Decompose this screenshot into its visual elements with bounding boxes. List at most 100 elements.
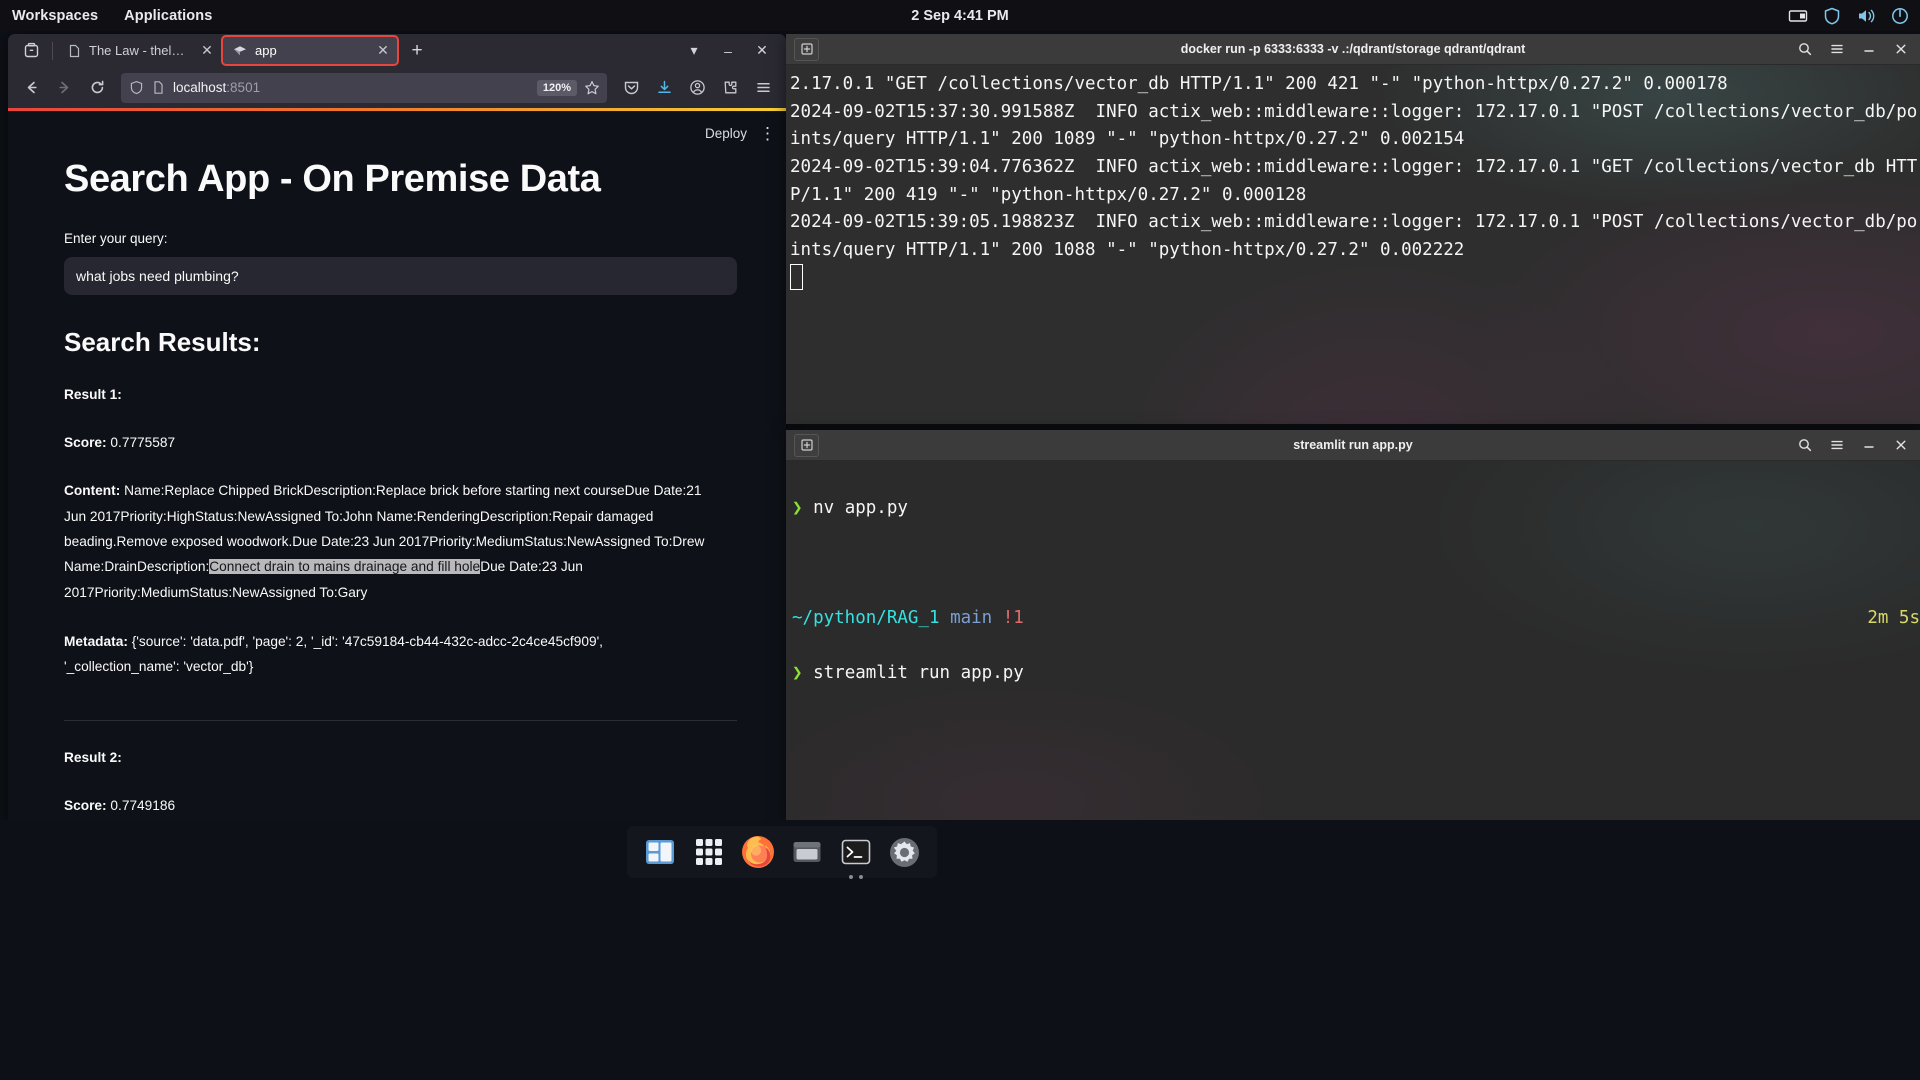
firefox-icon [741,836,774,868]
git-status: !1 [1002,608,1024,629]
streamlit-terminal-window: streamlit run app.py ❯ nv app.py ~/pytho… [786,430,1920,820]
shield-icon [129,80,144,95]
applications-menu[interactable]: Applications [124,8,212,24]
streamlit-toolbar: Deploy ⋮ [705,125,776,142]
pocket-icon[interactable] [616,73,646,103]
terminal-title: docker run -p 6333:6333 -v .:/qdrant/sto… [1180,42,1526,56]
result-index: Result 1: [64,387,122,402]
window-close-button[interactable]: ✕ [754,42,770,59]
running-indicator [848,875,863,879]
browser-tab-app[interactable]: app ✕ [221,35,399,66]
close-icon[interactable]: ✕ [375,42,391,59]
firefox-window: The Law - thelaw.pdf ✕ app ✕ + ▾ – ✕ [8,34,786,820]
dock-item-app-grid[interactable] [690,833,728,871]
window-minimize-button[interactable]: – [720,43,736,59]
terminal-prompt-line: ❯ nv app.py [792,495,1920,523]
search-icon[interactable] [1797,42,1812,57]
url-text: localhost:8501 [173,80,261,95]
terminal-path-line: ~/python/RAG_1 main !1 2m 5s [792,605,1920,633]
streamlit-icon [233,44,247,58]
query-input-label: Enter your query: [64,231,168,246]
list-all-tabs-button[interactable]: ▾ [686,42,702,59]
zoom-level-badge[interactable]: 120% [536,79,577,96]
page-title: Search App - On Premise Data [64,158,601,200]
menu-icon[interactable] [1829,438,1844,453]
browser-tab-label: app [255,43,277,58]
close-icon[interactable] [1893,438,1908,453]
account-icon[interactable] [682,73,712,103]
terminal-icon [841,839,870,865]
close-icon[interactable]: ✕ [199,42,215,59]
docker-terminal-window: docker run -p 6333:6333 -v .:/qdrant/sto… [786,34,1920,424]
result-score: Score: 0.7749186 [64,797,176,813]
taskbar-dock [627,826,937,879]
dock-item-window-tiling[interactable] [641,833,679,871]
dock-item-firefox[interactable] [739,833,777,871]
bookmark-star-icon[interactable] [584,80,599,95]
result-score: Score: 0.7775587 [64,435,176,451]
minimize-icon[interactable] [1861,438,1876,453]
monitor-icon[interactable] [1788,6,1808,26]
terminal-cursor [790,264,803,291]
menu-icon[interactable] [1829,42,1844,57]
terminal-cwd: ~/python/RAG_1 [792,608,940,629]
back-button[interactable] [16,73,46,103]
system-clock: 2 Sep 4:41 PM [911,7,1009,24]
log-line: 2024-09-02T15:37:30.991588Z INFO actix_w… [790,101,1918,150]
search-input[interactable]: what jobs need plumbing? [64,257,737,295]
hamburger-menu-icon[interactable] [748,73,778,103]
new-tab-button[interactable]: + [403,37,431,65]
log-line: 2.17.0.1 "GET /collections/vector_db HTT… [790,74,1728,94]
dock-item-terminal[interactable] [837,833,875,879]
dock-item-settings[interactable] [886,833,924,871]
streamlit-menu-icon[interactable]: ⋮ [759,125,776,142]
minimize-icon[interactable] [1861,42,1876,57]
terminal-title-bar: streamlit run app.py [786,430,1920,461]
browser-tab-bar: The Law - thelaw.pdf ✕ app ✕ + ▾ – ✕ [8,34,786,67]
extensions-icon[interactable] [715,73,745,103]
app-grid-icon [695,839,722,865]
result-content: Content: Name:Replace Chipped BrickDescr… [64,483,705,600]
git-branch: main [950,608,993,629]
result-index: Result 2: [64,749,122,765]
forward-button[interactable] [49,73,79,103]
prompt-symbol: ❯ [792,663,803,684]
browser-nav-bar: localhost:8501 120% [8,67,786,108]
reload-button[interactable] [82,73,112,103]
terminal-title: streamlit run app.py [1293,438,1413,452]
terminal-prompt-line: ❯ streamlit run app.py [792,660,1920,688]
downloads-icon[interactable] [649,73,679,103]
command-duration: 2m 5s [1867,608,1920,629]
url-bar[interactable]: localhost:8501 120% [121,72,607,103]
result-metadata: Metadata: {'source': 'data.pdf', 'page':… [64,634,603,675]
volume-icon[interactable] [1856,6,1876,26]
log-line: 2024-09-02T15:39:05.198823Z INFO actix_w… [790,212,1918,260]
prompt-symbol: ❯ [792,497,803,518]
shield-icon[interactable] [1822,6,1842,26]
terminal-output[interactable]: ❯ nv app.py ~/python/RAG_1 main !1 2m 5s … [786,461,1920,820]
selected-text-highlight: Connect drain to mains drainage and fill… [209,559,481,575]
power-icon[interactable] [1890,6,1910,26]
browser-tab-thelaw[interactable]: The Law - thelaw.pdf ✕ [57,36,221,65]
page-load-indicator [8,108,786,111]
new-tab-icon[interactable] [794,433,819,457]
browser-tab-label: The Law - thelaw.pdf [89,43,191,58]
search-icon[interactable] [1797,438,1812,453]
page-info-icon[interactable] [151,80,166,95]
system-top-bar: Workspaces Applications 2 Sep 4:41 PM [0,0,1920,31]
results-heading: Search Results: [64,327,261,357]
terminal-command: streamlit run app.py [813,663,1024,684]
result-divider [64,719,737,721]
terminal-output[interactable]: 2.17.0.1 "GET /collections/vector_db HTT… [786,65,1920,294]
document-icon [67,44,81,58]
log-line: 2024-09-02T15:39:04.776362Z INFO actix_w… [790,156,1918,205]
dock-item-files[interactable] [788,833,826,871]
new-tab-icon[interactable] [794,37,819,61]
desktop-background [0,820,1920,1080]
firefox-view-icon[interactable] [14,34,48,67]
workspaces-menu[interactable]: Workspaces [12,8,98,24]
window-tiling-icon [645,840,674,864]
deploy-button[interactable]: Deploy [705,126,747,141]
close-icon[interactable] [1893,42,1908,57]
streamlit-app-page: Deploy ⋮ Search App - On Premise Data En… [8,112,786,820]
